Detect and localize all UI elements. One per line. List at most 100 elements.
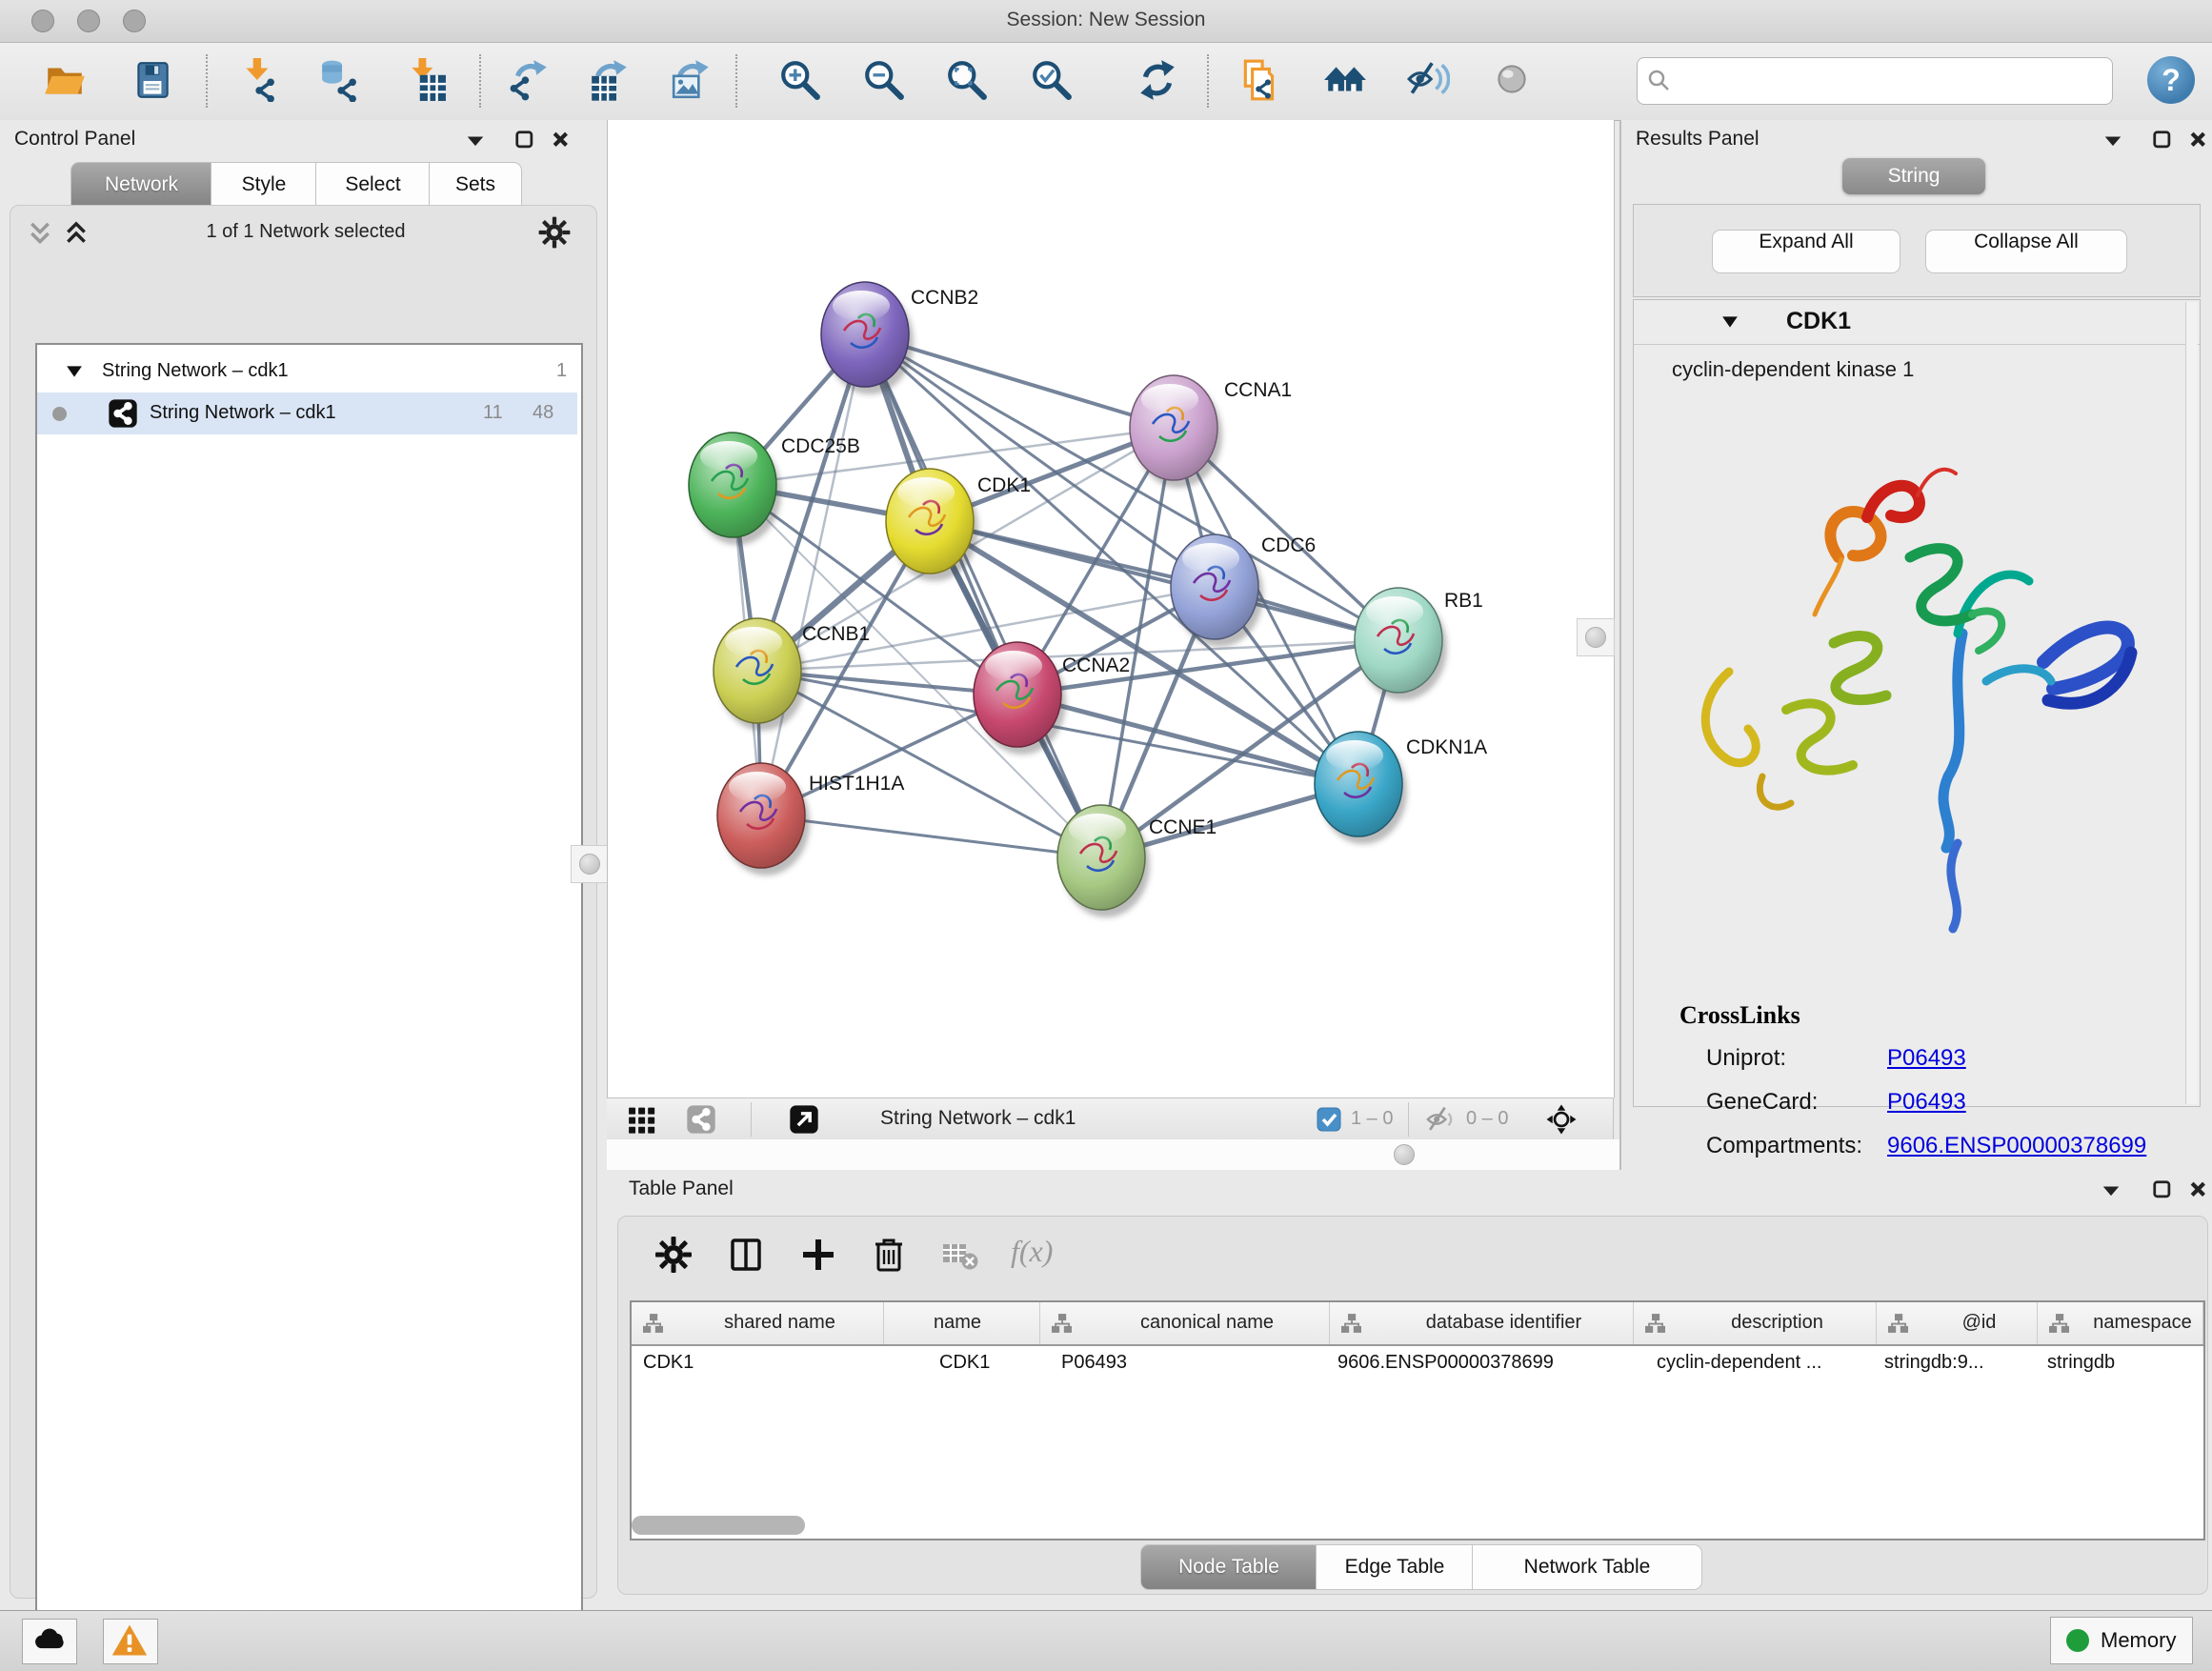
tab-string[interactable]: String [1842, 158, 1985, 194]
table-cell[interactable]: CDK1 [939, 1352, 1035, 1374]
tab-node-table[interactable]: Node Table [1140, 1544, 1317, 1590]
column-header-shared-name[interactable]: shared name [632, 1302, 884, 1344]
open-file-icon[interactable] [43, 58, 87, 102]
left-splitter-handle[interactable] [571, 845, 609, 883]
delete-table-icon[interactable] [940, 1234, 982, 1276]
network-canvas[interactable]: CCNB2CCNA1CDC25BCDK1CDC6RB1CCNB1CCNA2CDK… [607, 120, 1615, 1097]
export-network-icon[interactable] [508, 58, 552, 102]
crosslink-link[interactable]: 9606.ENSP00000378699 [1887, 1133, 2146, 1159]
save-session-icon[interactable] [131, 58, 174, 102]
collapse-panel-icon[interactable] [2101, 1181, 2122, 1202]
hidden-eye-icon[interactable] [1424, 1103, 1457, 1136]
node-CCNB2[interactable] [821, 282, 914, 394]
search-field[interactable] [1637, 57, 2113, 105]
delete-column-icon[interactable] [868, 1234, 910, 1276]
share-view-icon[interactable] [685, 1103, 717, 1136]
edge-CDK1-RB1[interactable] [930, 521, 1398, 640]
eye-disabled-icon[interactable] [1490, 58, 1534, 102]
table-cell[interactable]: stringdb:9... [1884, 1352, 2032, 1374]
collapse-panel-icon[interactable] [2102, 131, 2123, 152]
node-CCNA1[interactable] [1130, 375, 1222, 488]
column-header-description[interactable]: description [1634, 1302, 1877, 1344]
collapse-all-button[interactable]: Collapse All [1925, 230, 2127, 273]
import-database-icon[interactable] [319, 58, 363, 102]
entry-header[interactable]: CDK1 [1634, 300, 2200, 345]
chevron-double-down-icon[interactable] [28, 221, 52, 242]
hide-panel-icon[interactable] [1406, 58, 1450, 102]
crosslink-link[interactable]: P06493 [1887, 1089, 1966, 1116]
tab-select[interactable]: Select [315, 162, 431, 208]
edge-CCNB2-HIST1H1A[interactable] [761, 334, 865, 815]
selected-checkbox-icon[interactable] [1317, 1107, 1341, 1132]
zoom-out-icon[interactable] [862, 58, 906, 102]
network-options-gear-icon[interactable] [536, 214, 573, 251]
float-panel-icon[interactable] [514, 130, 535, 151]
node-CDC6[interactable] [1171, 534, 1263, 647]
expand-triangle-icon[interactable] [66, 364, 83, 379]
import-network-icon[interactable] [237, 58, 281, 102]
column-header-name[interactable]: name [884, 1302, 1040, 1344]
column-header--id[interactable]: @id [1877, 1302, 2038, 1344]
splitter-knob[interactable] [1394, 1144, 1415, 1165]
warning-button[interactable] [103, 1619, 158, 1664]
zoom-in-icon[interactable] [778, 58, 822, 102]
close-panel-icon[interactable] [551, 130, 572, 151]
network-status-dot [52, 407, 67, 421]
collapse-panel-icon[interactable] [465, 131, 486, 152]
table-cell[interactable]: stringdb [2047, 1352, 2198, 1374]
table-options-gear-icon[interactable] [653, 1234, 694, 1276]
export-table-icon[interactable] [588, 58, 632, 102]
crosslink-link[interactable]: P06493 [1887, 1045, 1966, 1072]
node-HIST1H1A[interactable] [717, 763, 810, 876]
network-collection-row[interactable]: String Network – cdk1 1 [37, 351, 577, 393]
tab-style[interactable]: Style [211, 162, 317, 208]
homes-icon[interactable] [1323, 58, 1367, 102]
birds-eye-icon[interactable] [1545, 1103, 1578, 1136]
table-hscrollbar[interactable] [630, 1514, 2202, 1537]
search-input[interactable] [1679, 62, 2102, 98]
tab-network[interactable]: Network [70, 162, 212, 208]
float-panel-icon[interactable] [2152, 1179, 2173, 1200]
close-panel-icon[interactable] [2188, 130, 2209, 151]
column-header-canonical-name[interactable]: canonical name [1040, 1302, 1330, 1344]
table-cell[interactable]: 9606.ENSP00000378699 [1337, 1352, 1628, 1374]
tab-sets[interactable]: Sets [429, 162, 522, 208]
refresh-layout-icon[interactable] [1136, 58, 1179, 102]
export-image-icon[interactable] [670, 58, 714, 102]
node-CDKN1A[interactable] [1315, 732, 1407, 844]
grid-view-icon[interactable] [626, 1103, 658, 1136]
table-cell[interactable]: P06493 [1061, 1352, 1324, 1374]
hscroll-thumb[interactable] [632, 1516, 805, 1535]
node-CCNB1[interactable] [714, 618, 806, 731]
tab-network-table[interactable]: Network Table [1472, 1544, 1702, 1590]
show-columns-icon[interactable] [725, 1234, 767, 1276]
node-RB1[interactable] [1355, 588, 1447, 700]
node-CDK1[interactable] [886, 469, 978, 581]
table-cell[interactable]: CDK1 [643, 1352, 878, 1374]
network-row-selected[interactable]: String Network – cdk1 11 48 [37, 393, 577, 434]
node-CDC25B[interactable] [689, 433, 781, 545]
zoom-selected-icon[interactable] [1030, 58, 1074, 102]
column-header-database-identifier[interactable]: database identifier [1330, 1302, 1634, 1344]
chevron-double-up-icon[interactable] [64, 221, 89, 242]
column-header-namespace[interactable]: namespace [2038, 1302, 2203, 1344]
collapse-entry-icon[interactable] [1721, 315, 1739, 330]
edge-CCNE1-HIST1H1A[interactable] [761, 815, 1101, 857]
node-CCNA2[interactable] [974, 642, 1066, 755]
cloud-button[interactable] [22, 1619, 77, 1664]
tab-edge-table[interactable]: Edge Table [1316, 1544, 1474, 1590]
detach-view-icon[interactable] [788, 1103, 820, 1136]
table-cell[interactable]: cyclin-dependent ... [1657, 1352, 1871, 1374]
right-splitter-handle[interactable] [1577, 618, 1615, 656]
zoom-fit-icon[interactable] [945, 58, 989, 102]
help-button[interactable]: ? [2147, 56, 2195, 104]
results-scrollbar[interactable] [2185, 302, 2198, 1104]
share-document-icon[interactable] [1238, 58, 1282, 102]
close-panel-icon[interactable] [2188, 1179, 2209, 1200]
import-table-icon[interactable] [403, 58, 447, 102]
memory-button[interactable]: Memory [2050, 1617, 2193, 1664]
node-CCNE1[interactable] [1057, 805, 1150, 917]
float-panel-icon[interactable] [2152, 130, 2173, 151]
add-column-icon[interactable] [797, 1234, 839, 1276]
expand-all-button[interactable]: Expand All [1712, 230, 1900, 273]
